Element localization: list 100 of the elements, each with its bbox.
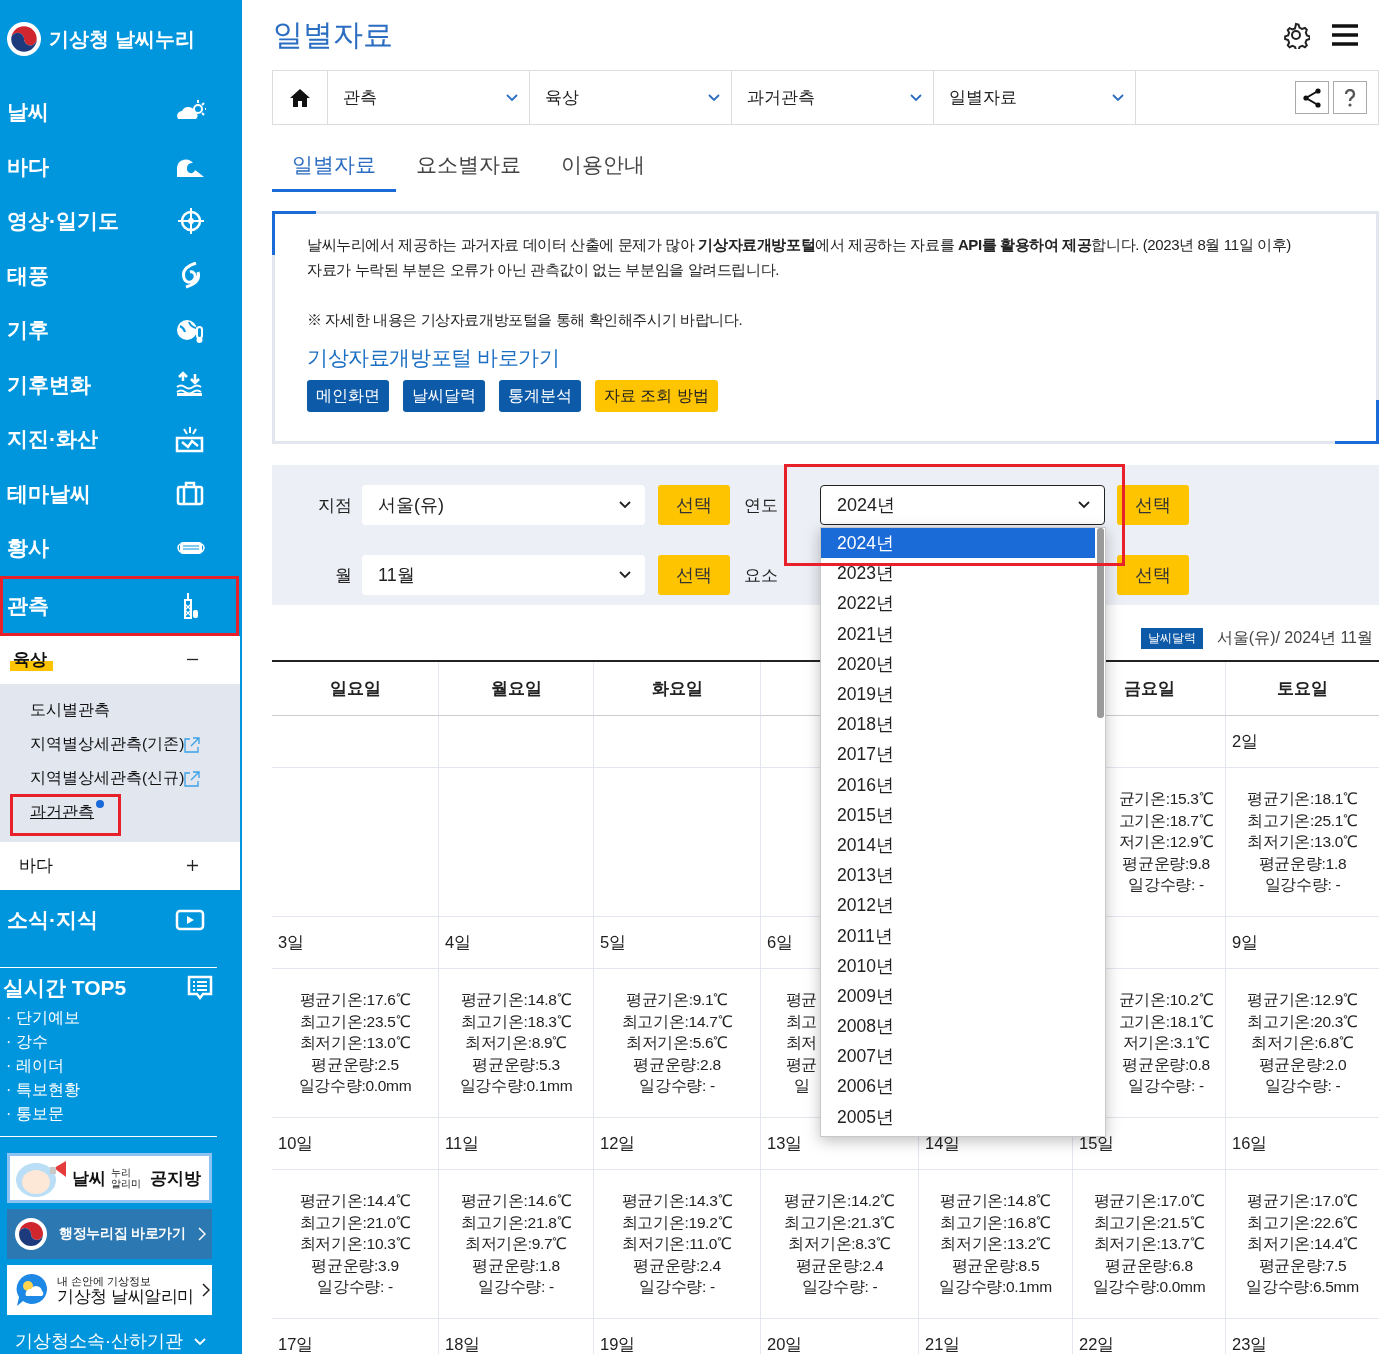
breadcrumb-dropdown[interactable]: 일별자료 [934,71,1136,124]
submenu-item[interactable]: 바다 [0,841,240,890]
select-button[interactable]: 선택 [658,555,730,595]
table-cell: 5일 [593,917,760,969]
calendar-badge[interactable]: 날씨달력 [1140,628,1203,649]
table-cell: 15일 [1072,1118,1225,1170]
dot-icon [96,799,104,808]
tab[interactable]: 일별자료 [272,140,396,192]
table-cell: 11일 [438,1118,593,1170]
breadcrumb-dropdown[interactable]: 과거관측 [732,71,934,124]
table-cell: 22일 [1072,1319,1225,1354]
page-title: 일별자료 [272,16,394,53]
table-cell: 평균기온:14.3℃ 최고기온:19.2℃ 최저기온:11.0℃ 평균운량:2.4 일강수량: - [593,1170,760,1319]
question-mark-icon [1344,88,1356,107]
table-cell: 17일 [272,1319,438,1354]
select-field[interactable]: 2024년 [820,485,1105,525]
nav-button[interactable]: 메인화면 [307,380,389,412]
breadcrumb-dropdown[interactable]: 육상 [530,71,732,124]
chevron-down-icon [619,571,631,579]
dropdown-option[interactable]: 2021년 [821,618,1095,649]
chevron-down-icon [505,93,519,102]
plus-icon [187,860,198,871]
chevron-down-icon[interactable] [193,1336,207,1346]
table-cell: 4일 [438,917,593,969]
chevron-down-icon [1078,501,1090,509]
dropdown-option[interactable]: 2017년 [821,739,1095,770]
table-cell: 평균기온:9.1℃ 최고기온:14.7℃ 최저기온:5.6℃ 평균운량:2.8 일강수량: - [593,969,760,1118]
share-icon [1303,87,1321,108]
table-cell: 평균기온:17.0℃ 최고기온:21.5℃ 최저기온:13.7℃ 평균운량:6.8 일강수량:0.0mm [1072,1170,1225,1319]
table-cell: 21일 [918,1319,1072,1354]
banner-title: 기상청 날씨알리미 [57,1286,194,1306]
table-cell: 평균기온:17.6℃ 최고기온:23.5℃ 최저기온:13.0℃ 평균운량:2.5 일강수량:0.0mm [272,969,438,1118]
field-label: 지점 [318,495,352,515]
table-cell: 평균기온:18.1℃ 최고기온:25.1℃ 최저기온:13.0℃ 평균운량:1.8 일강수량: - [1225,768,1379,917]
chevron-down-icon [619,501,631,509]
table-cell: 12일 [593,1118,760,1170]
table-cell: 2일 [1225,716,1379,768]
submenu-link[interactable]: 지역별상세관측(신규) [30,768,185,789]
notice-text: 자료가 누락된 부분은 오류가 아닌 관측값이 없는 부분임을 알려드립니다. [307,260,780,280]
table-cell: 평균기온:14.8℃ 최고기온:16.8℃ 최저기온:13.2℃ 평균운량:8.5 일강수량:0.1mm [918,1170,1072,1319]
field-label: 연도 [744,495,778,515]
table-cell: 23일 [1225,1319,1379,1354]
chevron-down-icon [909,93,923,102]
table-cell: 평균기온:12.9℃ 최고기온:20.3℃ 최저기온:6.8℃ 평균운량:2.0 일강수량: - [1225,969,1379,1118]
chevron-right-icon [197,1227,206,1241]
chevron-right-icon [202,1283,210,1297]
government-logo-icon [15,1218,47,1250]
tab[interactable]: 요소별자료 [396,140,541,192]
nav-button[interactable]: 날씨달력 [403,380,485,412]
dropdown-option[interactable]: 2011년 [821,920,1095,951]
settings-icon[interactable] [1282,21,1310,49]
select-button[interactable]: 선택 [1117,555,1189,595]
submenu-link[interactable]: 과거관측 [30,802,94,823]
column-header: 월요일 [438,662,593,716]
table-cell: 3일 [272,917,438,969]
banner-text: 알리미 [111,1178,141,1189]
table-cell: 16일 [1225,1118,1379,1170]
dropdown-option[interactable]: 2024년 [821,528,1095,559]
home-icon[interactable] [289,87,311,108]
app-banner[interactable]: 내 손안에 기상정보 기상청 날씨알리미 [7,1265,212,1315]
app-icon [15,1272,49,1308]
guide-button[interactable]: 자료 조회 방법 [595,380,718,412]
chevron-down-icon [1111,93,1125,102]
tab[interactable]: 이용안내 [541,140,665,192]
chevron-down-icon [707,93,721,102]
banner-text: 공지방 [150,1167,201,1190]
banner-text: 날씨 [72,1167,106,1190]
submenu-link[interactable]: 지역별상세관측(기존) [30,734,185,755]
banner-text: 누리 [111,1167,132,1178]
help-button[interactable] [1333,81,1367,114]
select-field[interactable]: 11월 [362,555,645,595]
dropdown-option[interactable]: 2022년 [821,588,1095,619]
table-cell: 18일 [438,1319,593,1354]
menu-icon[interactable] [1332,24,1358,46]
table-cell: 20일 [760,1319,918,1354]
portal-banner[interactable]: 행정누리집 바로가기 [7,1209,212,1259]
table-cell: 19일 [593,1319,760,1354]
chat-list-icon[interactable] [186,974,214,1002]
table-cell: 평균기온:17.0℃ 최고기온:22.6℃ 최저기온:14.4℃ 평균운량:7.5 일강수량:6.5mm [1225,1170,1379,1319]
field-label: 월 [335,565,352,585]
column-header: 토요일 [1225,662,1379,716]
select-button[interactable]: 선택 [1117,485,1189,525]
government-logo-icon[interactable] [7,22,41,56]
scrollbar-thumb[interactable] [1097,528,1104,718]
select-field[interactable]: 서울(유) [362,485,645,525]
select-button[interactable]: 선택 [658,485,730,525]
notice-note: ※ 자세한 내용은 기상자료개방포털을 통해 확인해주시기 바랍니다. [307,310,744,330]
table-cell: 평균기온:14.4℃ 최고기온:21.0℃ 최저기온:10.3℃ 평균운량:3.9 일강수량: - [272,1170,438,1319]
portal-link[interactable]: 기상자료개방포털 바로가기 [307,345,560,370]
submenu-link[interactable]: 도시별관측 [30,700,110,721]
breadcrumb-dropdown[interactable]: 관측 [328,71,530,124]
nav-button[interactable]: 통계분석 [499,380,581,412]
field-label: 요소 [744,565,778,585]
table-cell: 평균기온:14.6℃ 최고기온:21.8℃ 최저기온:9.7℃ 평균운량:1.8 일강수량: - [438,1170,593,1319]
table-cell: 평균기온:14.8℃ 최고기온:18.3℃ 최저기온:8.9℃ 평균운량:5.3 일강수량:0.1mm [438,969,593,1118]
table-cell: 10일 [272,1118,438,1170]
dropdown-option[interactable]: 2023년 [821,558,1095,589]
banner-caption: 내 손안에 기상정보 [57,1274,153,1287]
section-title: 실시간 TOP5 [3,975,127,1001]
share-button[interactable] [1295,81,1329,114]
